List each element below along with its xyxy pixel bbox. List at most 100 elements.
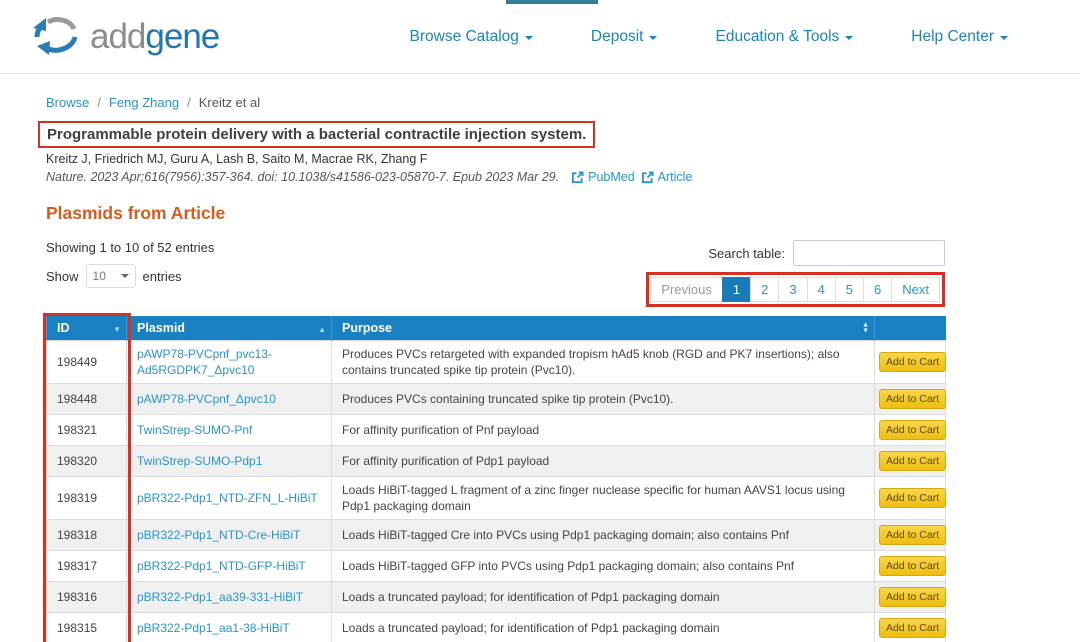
cell-plasmid: pBR322-Pdp1_aa1-38-HiBiT [127,613,332,642]
add-to-cart-button[interactable]: Add to Cart [879,451,946,471]
pagination-button[interactable]: Previous [650,277,723,302]
annotation-box-title: Programmable protein delivery with a bac… [38,121,595,148]
add-to-cart-button[interactable]: Add to Cart [879,587,946,607]
external-link[interactable]: Article [641,170,693,184]
citation-links: PubMed Article [565,170,692,184]
search-input[interactable] [793,240,945,266]
cell-id: 198448 [47,384,127,415]
plasmid-link[interactable]: pAWP78-PVCpnf_pvc13-Ad5RGDPK7_Δpvc10 [137,347,272,377]
add-to-cart-button[interactable]: Add to Cart [879,525,946,545]
page-size-select[interactable]: 10 [86,264,136,288]
cell-plasmid: pBR322-Pdp1_NTD-GFP-HiBiT [127,551,332,582]
addgene-logo-icon [30,15,82,59]
column-header[interactable]: Plasmid [127,316,332,341]
cell-plasmid: pBR322-Pdp1_aa39-331-HiBiT [127,582,332,613]
chevron-down-icon [525,36,533,40]
cell-purpose: Loads a truncated payload; for identific… [332,582,875,613]
table-section: Showing 1 to 10 of 52 entries Show 10 en… [46,240,945,642]
add-to-cart-button[interactable]: Add to Cart [879,556,946,576]
plasmid-link[interactable]: TwinStrep-SUMO-Pnf [137,423,252,437]
cell-plasmid: pAWP78-PVCpnf_Δpvc10 [127,384,332,415]
article-citation: Nature. 2023 Apr;616(7956):357-364. doi:… [46,170,1080,184]
cell-id: 198318 [47,520,127,551]
pagination: Previous 1 2 3 4 5 6 [651,277,940,302]
cell-purpose: Produces PVCs containing truncated spike… [332,384,875,415]
plasmid-link[interactable]: pBR322-Pdp1_aa39-331-HiBiT [137,590,303,604]
table-controls-right: Search table: Previous 1 2 3 [646,240,945,307]
page-title: Programmable protein delivery with a bac… [47,126,586,143]
table-row: 198449 pAWP78-PVCpnf_pvc13-Ad5RGDPK7_Δpv… [47,341,946,384]
plasmid-link[interactable]: pBR322-Pdp1_NTD-ZFN_L-HiBiT [137,491,318,505]
nav-item[interactable]: Education & Tools [715,28,853,46]
external-link-label: PubMed [588,170,635,184]
add-to-cart-button[interactable]: Add to Cart [879,420,946,440]
main-nav: Browse Catalog Deposit Education & Tools… [410,28,1009,46]
logo-wordmark: addgene [90,19,219,54]
pagination-button[interactable]: 6 [863,277,892,302]
pagination-button[interactable]: 4 [807,277,836,302]
show-label: Show [46,269,79,284]
search-row: Search table: [708,240,945,266]
table-controls: Showing 1 to 10 of 52 entries Show 10 en… [46,240,945,307]
plasmid-table: ID Plasmid Purpose [46,316,946,642]
table-row: 198316 pBR322-Pdp1_aa39-331-HiBiT Loads … [47,582,946,613]
cell-cart: Add to Cart [875,582,946,613]
add-to-cart-button[interactable]: Add to Cart [879,488,946,508]
cell-purpose: For affinity purification of Pdp1 payloa… [332,446,875,477]
chevron-down-icon [845,36,853,40]
cell-purpose: Loads HiBiT-tagged Cre into PVCs using P… [332,520,875,551]
plasmid-link[interactable]: pBR322-Pdp1_NTD-GFP-HiBiT [137,559,306,573]
sort-icon [862,323,869,334]
breadcrumb-item[interactable]: Browse [46,95,109,110]
column-header[interactable] [875,316,946,341]
page: addgene Browse Catalog Deposit Education… [0,0,1080,642]
cell-plasmid: pAWP78-PVCpnf_pvc13-Ad5RGDPK7_Δpvc10 [127,341,332,384]
table-row: 198315 pBR322-Pdp1_aa1-38-HiBiT Loads a … [47,613,946,642]
pagination-button[interactable]: Next [891,277,940,302]
cell-id: 198315 [47,613,127,642]
cell-purpose: Produces PVCs retargeted with expanded t… [332,341,875,384]
plasmid-link[interactable]: TwinStrep-SUMO-Pdp1 [137,454,262,468]
breadcrumb: Browse Feng Zhang Kreitz et al [46,95,1080,110]
page-size-row: Show 10 entries [46,264,214,288]
citation-text: Nature. 2023 Apr;616(7956):357-364. doi:… [46,170,559,184]
top-accent-bar [506,0,598,4]
add-to-cart-button[interactable]: Add to Cart [879,389,946,409]
cell-id: 198317 [47,551,127,582]
plasmid-link[interactable]: pBR322-Pdp1_NTD-Cre-HiBiT [137,528,300,542]
addgene-logo[interactable]: addgene [30,15,219,59]
breadcrumb-item[interactable]: Kreitz et al [199,95,260,110]
cell-id: 198449 [47,341,127,384]
cell-id: 198319 [47,477,127,520]
pagination-button[interactable]: 1 [722,277,751,302]
cell-cart: Add to Cart [875,477,946,520]
column-header[interactable]: ID [47,316,127,341]
pagination-button[interactable]: 5 [835,277,864,302]
table-row: 198320 TwinStrep-SUMO-Pdp1 For affinity … [47,446,946,477]
nav-item[interactable]: Help Center [911,28,1008,46]
nav-item-label: Help Center [911,28,994,46]
pagination-button[interactable]: 3 [778,277,807,302]
pagination-button[interactable]: 2 [750,277,779,302]
nav-item-label: Browse Catalog [410,28,519,46]
sort-icon [113,321,121,335]
cell-plasmid: TwinStrep-SUMO-Pnf [127,415,332,446]
external-link-icon [641,171,654,184]
table-row: 198448 pAWP78-PVCpnf_Δpvc10 Produces PVC… [47,384,946,415]
plasmid-link[interactable]: pAWP78-PVCpnf_Δpvc10 [137,392,276,406]
plasmid-link[interactable]: pBR322-Pdp1_aa1-38-HiBiT [137,621,290,635]
breadcrumb-item[interactable]: Feng Zhang [109,95,199,110]
showing-entries-text: Showing 1 to 10 of 52 entries [46,240,214,255]
add-to-cart-button[interactable]: Add to Cart [879,618,946,638]
cell-id: 198321 [47,415,127,446]
cell-plasmid: pBR322-Pdp1_NTD-ZFN_L-HiBiT [127,477,332,520]
column-header[interactable]: Purpose [332,316,875,341]
nav-item[interactable]: Deposit [591,28,658,46]
nav-item-label: Education & Tools [715,28,839,46]
cell-cart: Add to Cart [875,384,946,415]
cell-cart: Add to Cart [875,520,946,551]
cell-plasmid: pBR322-Pdp1_NTD-Cre-HiBiT [127,520,332,551]
add-to-cart-button[interactable]: Add to Cart [879,352,946,372]
nav-item[interactable]: Browse Catalog [410,28,533,46]
external-link[interactable]: PubMed [571,170,635,184]
